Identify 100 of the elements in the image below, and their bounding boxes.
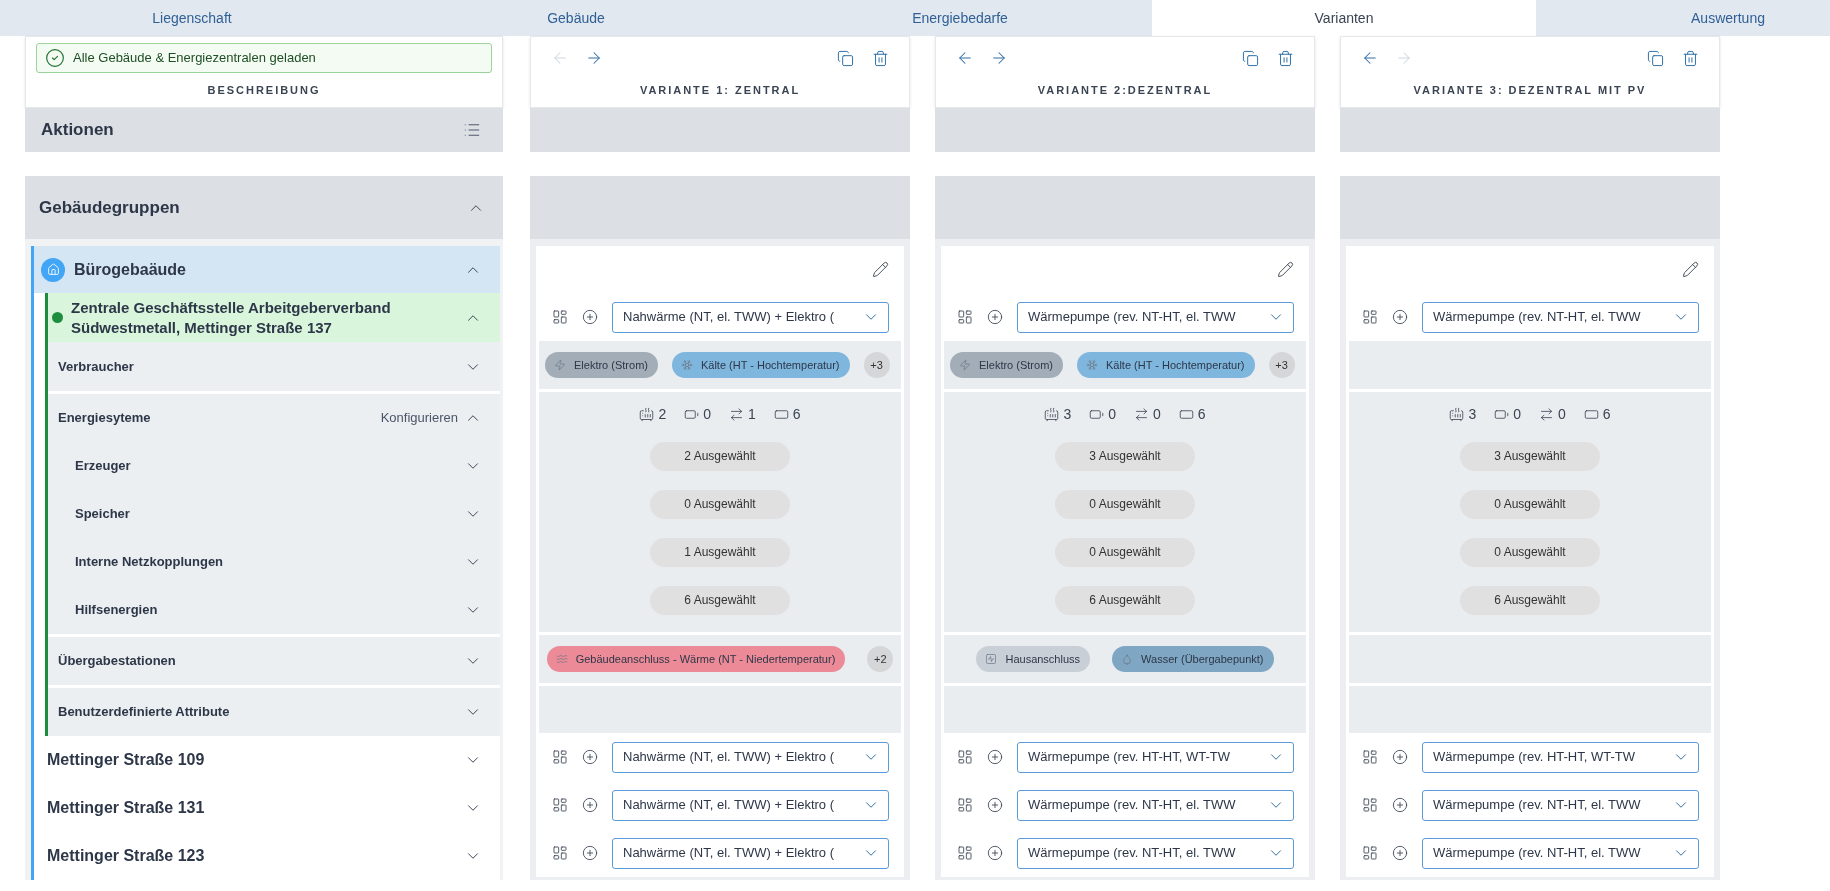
- count-text: 1: [748, 404, 756, 424]
- category-chip: Gebäudeanschluss - Wärme (NT - Niedertemperatur): [546, 646, 846, 672]
- tab[interactable]: Liegenschaft: [0, 0, 384, 36]
- selection-pill[interactable]: 0 Ausgewählt: [1055, 537, 1195, 567]
- more-count[interactable]: +2: [867, 646, 894, 672]
- grid-icon[interactable]: [552, 309, 568, 325]
- more-count[interactable]: +3: [1268, 352, 1295, 378]
- previous-button[interactable]: [956, 49, 974, 67]
- more-count[interactable]: +3: [863, 352, 890, 378]
- grid-icon[interactable]: [1362, 749, 1378, 765]
- selection-pill[interactable]: 1 Ausgewählt: [650, 537, 790, 567]
- selection-pill[interactable]: 6 Ausgewählt: [1460, 585, 1600, 615]
- copy-button[interactable]: [1647, 49, 1664, 67]
- heater-icon: [639, 406, 655, 422]
- variant-title: VARIANTE 2:DEZENTRAL: [1037, 82, 1213, 98]
- grid-icon[interactable]: [1362, 845, 1378, 861]
- selection-pill[interactable]: 6 Ausgewählt: [1055, 585, 1195, 615]
- add-icon[interactable]: [582, 309, 598, 325]
- house-icon: [41, 257, 65, 282]
- tree-item-label[interactable]: Energiesyteme: [58, 408, 151, 428]
- count-text: 0: [1513, 404, 1521, 424]
- system-select[interactable]: Wärmepumpe (rev. NT-HT, el. TWW: [1422, 837, 1699, 869]
- grid-icon[interactable]: [957, 845, 973, 861]
- selection-pill[interactable]: 0 Ausgewählt: [1460, 537, 1600, 567]
- tab[interactable]: Energiebedarfe: [768, 0, 1152, 36]
- grid-icon[interactable]: [957, 749, 973, 765]
- grid-icon[interactable]: [552, 845, 568, 861]
- add-icon[interactable]: [987, 845, 1003, 861]
- copy-button[interactable]: [1242, 49, 1259, 67]
- grid-icon[interactable]: [957, 797, 973, 813]
- exchange-arrows-icon: [729, 406, 744, 422]
- plug-box-icon: [985, 653, 998, 665]
- tree-item-label[interactable]: Hilfsenergien: [75, 600, 158, 620]
- add-icon[interactable]: [987, 797, 1003, 813]
- selection-pill[interactable]: 3 Ausgewählt: [1460, 441, 1600, 471]
- system-select[interactable]: Wärmepumpe (rev. HT-HT, WT-TW: [1017, 741, 1294, 773]
- success-alert: Alle Gebäude & Energiezentralen geladen: [36, 43, 492, 73]
- count-text: 3: [1063, 404, 1072, 424]
- count-text: 0: [1153, 404, 1161, 424]
- add-icon[interactable]: [987, 309, 1003, 325]
- add-icon[interactable]: [582, 749, 598, 765]
- tab[interactable]: Auswertung: [1536, 0, 1830, 36]
- system-select[interactable]: Wärmepumpe (rev. NT-HT, el. TWW: [1017, 301, 1294, 333]
- tree-item-label[interactable]: Mettinger Straße 123: [47, 844, 205, 868]
- selection-pill[interactable]: 0 Ausgewählt: [650, 489, 790, 519]
- grid-icon[interactable]: [552, 749, 568, 765]
- configure-link[interactable]: Konfigurieren: [380, 408, 458, 428]
- add-icon[interactable]: [1392, 309, 1408, 325]
- tab[interactable]: Varianten: [1152, 0, 1536, 36]
- add-icon[interactable]: [582, 797, 598, 813]
- tree-item-label[interactable]: Mettinger Straße 131: [47, 796, 205, 820]
- system-select[interactable]: Nahwärme (NT, el. TWW) + Elektro (: [612, 789, 889, 821]
- list-icon[interactable]: [463, 121, 481, 139]
- add-icon[interactable]: [1392, 797, 1408, 813]
- selection-pill[interactable]: 3 Ausgewählt: [1055, 441, 1195, 471]
- droplet-icon: [1121, 653, 1134, 665]
- edit-button[interactable]: [1682, 261, 1699, 278]
- category-chip: Hausanschluss: [976, 646, 1091, 672]
- system-select[interactable]: Nahwärme (NT, el. TWW) + Elektro (: [612, 837, 889, 869]
- grid-icon[interactable]: [1362, 309, 1378, 325]
- grid-icon[interactable]: [552, 797, 568, 813]
- tree-item-label[interactable]: Benutzerdefinierte Attribute: [58, 702, 230, 722]
- tree-item-label[interactable]: Übergabestationen: [58, 651, 176, 671]
- next-button[interactable]: [585, 49, 603, 67]
- tab[interactable]: Gebäude: [384, 0, 768, 36]
- add-icon[interactable]: [582, 845, 598, 861]
- system-select[interactable]: Wärmepumpe (rev. NT-HT, el. TWW: [1017, 837, 1294, 869]
- exchange-arrows-icon: [1539, 406, 1554, 422]
- tree-item-label[interactable]: Mettinger Straße 109: [47, 748, 205, 772]
- system-select[interactable]: Wärmepumpe (rev. NT-HT, el. TWW: [1422, 789, 1699, 821]
- heater-icon: [1044, 406, 1060, 422]
- selection-pill[interactable]: 2 Ausgewählt: [650, 441, 790, 471]
- count-text: 6: [1602, 404, 1611, 424]
- system-select[interactable]: Wärmepumpe (rev. NT-HT, el. TWW: [1017, 789, 1294, 821]
- grid-icon[interactable]: [1362, 797, 1378, 813]
- delete-button[interactable]: [1277, 49, 1294, 67]
- edit-button[interactable]: [872, 261, 889, 278]
- edit-button[interactable]: [1277, 261, 1294, 278]
- previous-button[interactable]: [1361, 49, 1379, 67]
- add-icon[interactable]: [987, 749, 1003, 765]
- delete-button[interactable]: [1682, 49, 1699, 67]
- copy-button[interactable]: [837, 49, 854, 67]
- next-button[interactable]: [990, 49, 1008, 67]
- system-select[interactable]: Nahwärme (NT, el. TWW) + Elektro (: [612, 741, 889, 773]
- system-select[interactable]: Wärmepumpe (rev. HT-HT, WT-TW: [1422, 741, 1699, 773]
- delete-button[interactable]: [872, 49, 889, 67]
- tree-item-label[interactable]: Verbraucher: [58, 356, 134, 377]
- lightning-icon: [959, 359, 971, 371]
- group-name[interactable]: Bürogebaäude: [74, 257, 186, 282]
- add-icon[interactable]: [1392, 845, 1408, 861]
- tree-item-label[interactable]: Interne Netzkopplungen: [75, 552, 224, 572]
- tree-item-label[interactable]: Speicher: [75, 504, 130, 524]
- grid-icon[interactable]: [957, 309, 973, 325]
- add-icon[interactable]: [1392, 749, 1408, 765]
- tree-item-label[interactable]: Erzeuger: [75, 456, 131, 476]
- system-select[interactable]: Nahwärme (NT, el. TWW) + Elektro (: [612, 301, 889, 333]
- selection-pill[interactable]: 6 Ausgewählt: [650, 585, 790, 615]
- selection-pill[interactable]: 0 Ausgewählt: [1055, 489, 1195, 519]
- system-select[interactable]: Wärmepumpe (rev. NT-HT, el. TWW: [1422, 301, 1699, 333]
- selection-pill[interactable]: 0 Ausgewählt: [1460, 489, 1600, 519]
